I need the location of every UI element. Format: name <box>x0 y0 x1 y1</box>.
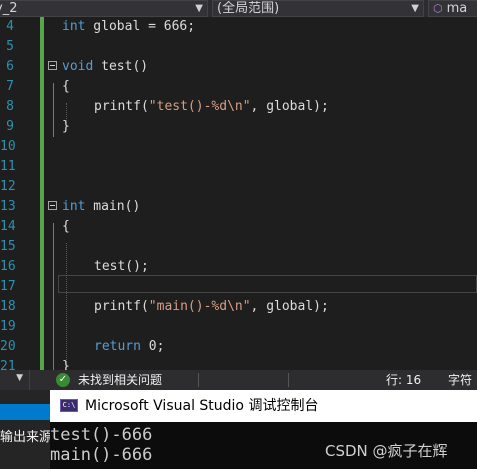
output-source-label: 输出来源 <box>0 430 53 445</box>
console-title: Microsoft Visual Studio 调试控制台 <box>85 398 319 414</box>
scope-dropdown-value: (全局范围) <box>217 1 280 16</box>
scope-dropdown[interactable]: (全局范围) ▼ <box>212 0 424 17</box>
console-output-line: main()-666 <box>50 445 153 465</box>
collapse-icon[interactable] <box>48 201 57 210</box>
project-dropdown-value: y_2 <box>0 1 18 16</box>
cube-icon: ⬡ <box>433 2 443 15</box>
console-output-line: test()-666 <box>50 425 153 445</box>
line-number: 6 <box>6 59 14 74</box>
line-number: 15 <box>0 239 16 254</box>
code-text: test(); <box>94 259 149 274</box>
line-number: 8 <box>6 99 14 114</box>
collapse-icon[interactable] <box>48 61 57 70</box>
line-number: 5 <box>6 39 14 54</box>
code-text: printf("test()-%d\n", global); <box>94 99 329 114</box>
line-number: 17 <box>0 279 16 294</box>
line-number: 13 <box>0 199 16 214</box>
editor-status-bar: ▼ ✓ 未找到相关问题 行: 16 字符 <box>0 370 477 390</box>
console-title-bar[interactable]: C:\ Microsoft Visual Studio 调试控制台 <box>50 390 477 422</box>
code-line: 9 } <box>0 117 477 137</box>
code-line: 14 { <box>0 217 477 237</box>
issues-status[interactable]: 未找到相关问题 <box>78 370 162 390</box>
console-app-icon: C:\ <box>60 399 78 412</box>
line-number: 16 <box>0 259 16 274</box>
code-line: 16 test(); <box>0 257 477 277</box>
output-panel: 输出来源 <box>0 390 53 469</box>
code-line: 12 <box>0 177 477 197</box>
zoom-dropdown[interactable]: ▼ <box>0 370 30 390</box>
line-number: 12 <box>0 179 16 194</box>
member-dropdown[interactable]: ⬡ ma <box>428 0 477 17</box>
line-number: 10 <box>0 139 16 154</box>
line-number: 14 <box>0 219 16 234</box>
line-number: 7 <box>6 79 14 94</box>
code-line: 21 } <box>0 357 477 370</box>
code-line: 8 printf("test()-%d\n", global); <box>0 97 477 117</box>
line-number: 11 <box>0 159 16 174</box>
code-line: 18 printf("main()-%d\n", global); <box>0 297 477 317</box>
navigation-bar: y_2 ▼ (全局范围) ▼ ⬡ma <box>0 0 477 18</box>
divider <box>198 373 199 387</box>
code-text: void test() <box>62 59 149 74</box>
code-line: 7 { <box>0 77 477 97</box>
code-line: 5 <box>0 37 477 57</box>
console-output: test()-666 main()-666 <box>50 425 152 465</box>
watermark: CSDN @疯子在辉 <box>325 442 448 460</box>
code-line: 4 int global = 666; <box>0 17 477 37</box>
code-line: 11 <box>0 157 477 177</box>
code-text: int global = 666; <box>62 19 196 34</box>
code-line: 10 <box>0 137 477 157</box>
code-line: 19 <box>0 317 477 337</box>
output-panel-header <box>0 404 50 420</box>
chevron-down-icon: ▼ <box>16 373 23 383</box>
line-number: 9 <box>6 119 14 134</box>
code-text: int main() <box>62 199 141 214</box>
code-line: 13 int main() <box>0 197 477 217</box>
code-text: } <box>62 119 70 134</box>
chevron-down-icon: ▼ <box>411 3 419 14</box>
chevron-down-icon: ▼ <box>195 3 203 14</box>
code-text: { <box>62 79 70 94</box>
check-circle-icon[interactable]: ✓ <box>56 373 70 387</box>
char-position[interactable]: 字符 <box>448 370 472 390</box>
code-line: 6 void test() <box>0 57 477 77</box>
code-text: } <box>62 359 70 370</box>
code-text: printf("main()-%d\n", global); <box>94 299 329 314</box>
divider <box>288 373 289 387</box>
line-number: 20 <box>0 339 16 354</box>
code-editor[interactable]: 4 int global = 666; 5 6 void test() 7 { … <box>0 17 477 370</box>
line-number: 4 <box>6 19 14 34</box>
project-dropdown[interactable]: y_2 ▼ <box>0 0 208 17</box>
code-text: return 0; <box>94 339 165 354</box>
code-line: 20 return 0; <box>0 337 477 357</box>
code-line: 15 <box>0 237 477 257</box>
line-number: 18 <box>0 299 16 314</box>
line-position[interactable]: 行: 16 <box>386 370 421 390</box>
code-text: { <box>62 219 70 234</box>
line-number: 21 <box>0 359 16 370</box>
member-dropdown-value: ma <box>446 1 468 16</box>
code-line: 17 <box>0 277 477 297</box>
line-number: 19 <box>0 319 16 334</box>
